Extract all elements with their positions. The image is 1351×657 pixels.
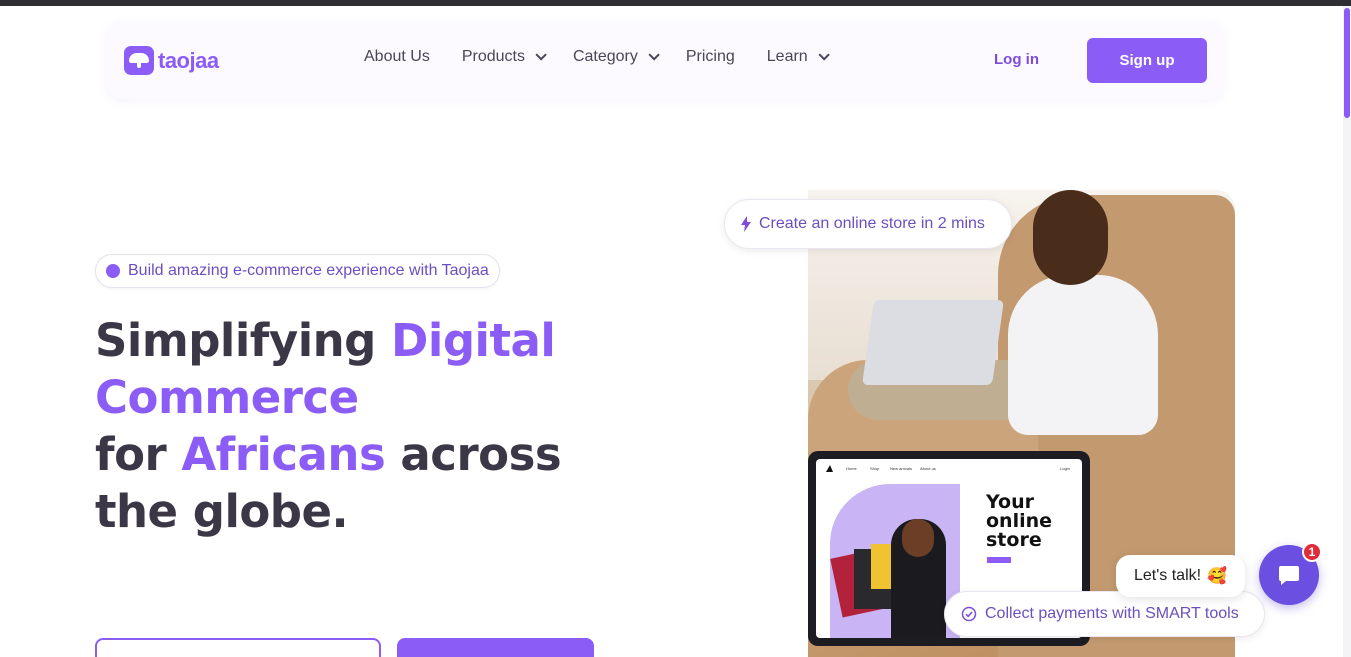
site-header: taojaa About Us Products Category Pricin… [107,22,1223,99]
svg-text:Home: Home [846,466,857,471]
svg-text:Login: Login [1060,466,1070,471]
smiling-face-emoji-icon: 🥰 [1207,568,1227,585]
check-circle-icon [961,606,977,622]
nav-label: About Us [364,48,430,65]
login-link[interactable]: Log in [994,51,1039,68]
logo[interactable]: taojaa [124,46,219,75]
chat-prompt-bubble[interactable]: Let's talk! 🥰 [1116,555,1245,597]
headline-text: Simplifying [95,314,392,367]
dot-icon [106,264,120,278]
chat-unread-badge: 1 [1302,542,1322,562]
svg-text:Shop: Shop [870,466,880,471]
collect-payments-badge: Collect payments with SMART tools [944,591,1265,637]
hero-headline: Simplifying Digital Commerce for African… [95,312,655,540]
headline-highlight: Africans [181,428,386,481]
logo-text: taojaa [158,47,219,73]
chevron-down-icon [818,49,830,61]
tagline-text: Build amazing e-commerce experience with… [128,262,489,279]
chevron-down-icon [648,49,660,61]
nav-products[interactable]: Products [461,46,547,68]
lightning-icon [741,216,751,232]
headline-text: for [95,428,182,481]
nav-category[interactable]: Category [572,46,660,68]
logo-icon [124,46,154,75]
nav-pricing[interactable]: Pricing [686,46,735,68]
chat-prompt-text: Let's talk! [1133,567,1202,584]
hero-tagline-badge: Build amazing e-commerce experience with… [95,254,500,288]
nav-label: Learn [766,48,808,65]
primary-cta-button[interactable] [397,638,594,657]
nav-label: Pricing [685,48,735,65]
nav-about-us[interactable]: About Us [364,46,430,68]
svg-text:New arrivals: New arrivals [890,466,912,471]
mockup-button [987,557,1011,563]
mockup-nav: Home Shop New arrivals About us Login [826,465,1070,472]
collect-payments-text: Collect payments with SMART tools [985,605,1239,622]
svg-text:About us: About us [920,466,936,471]
chevron-down-icon [535,49,547,61]
chat-icon [1279,566,1299,585]
secondary-cta-button[interactable] [95,638,381,657]
signup-button[interactable]: Sign up [1087,38,1207,83]
main-nav: About Us Products Category Pricing Learn [364,46,830,68]
scrollbar-thumb[interactable] [1344,8,1350,118]
browser-top-edge [0,0,1351,6]
create-store-badge: Create an online store in 2 mins [724,199,1012,249]
nav-learn[interactable]: Learn [766,46,830,68]
create-store-text: Create an online store in 2 mins [759,215,985,232]
nav-label: Category [572,48,638,65]
mockup-title: Your online store [986,491,1053,551]
nav-label: Products [461,48,525,65]
